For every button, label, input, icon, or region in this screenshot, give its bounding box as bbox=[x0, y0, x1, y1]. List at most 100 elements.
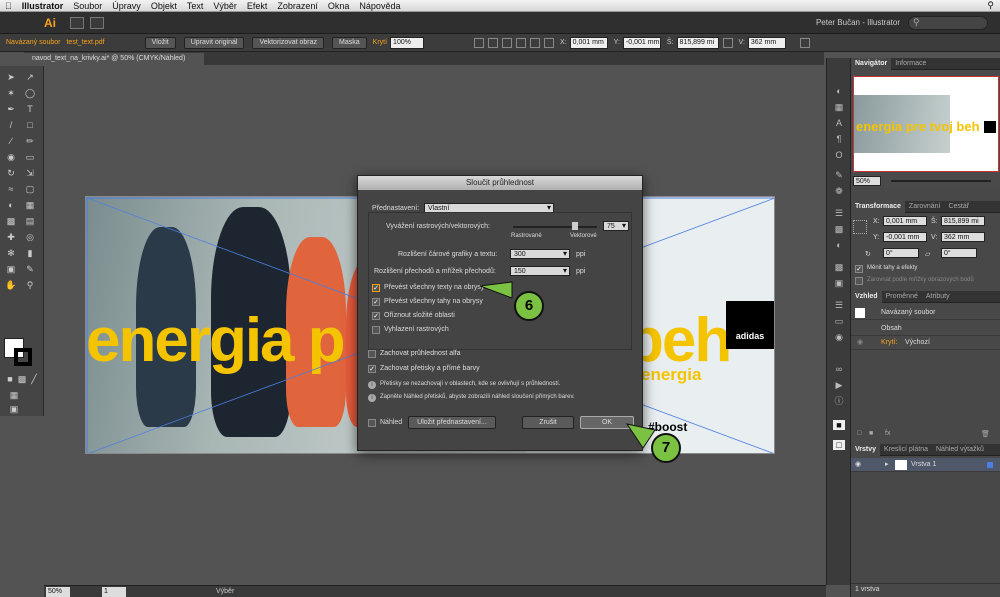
appearance-opacity-label[interactable]: Krytí: bbox=[881, 336, 897, 350]
menu-help[interactable]: Nápověda bbox=[354, 1, 405, 11]
y-field[interactable]: -0,001 mm bbox=[622, 36, 661, 49]
artboard-tool-icon[interactable]: ▣ bbox=[5, 264, 17, 274]
clip-complex-checkbox[interactable]: ✓ bbox=[372, 312, 380, 320]
document-info-icon[interactable]: ⓘ bbox=[833, 396, 845, 406]
mask-button[interactable]: Maska bbox=[332, 36, 367, 49]
transform-x-field[interactable]: 0,001 mm bbox=[883, 216, 927, 226]
symbols-panel-icon[interactable]: ❁ bbox=[833, 186, 845, 196]
scale-tool-icon[interactable]: ⇲ bbox=[24, 168, 36, 178]
navigator-zoom-field[interactable]: 50% bbox=[853, 176, 881, 186]
navigator-zoom-slider[interactable] bbox=[891, 180, 991, 182]
convert-strokes-label[interactable]: Převést všechny tahy na obrysy bbox=[384, 298, 483, 305]
document-tab[interactable]: navod_text_na_krivky.ai* @ 50% (CMYK/Náh… bbox=[24, 53, 204, 65]
current-tool-label[interactable]: Výběr bbox=[216, 587, 234, 597]
preserve-alpha-checkbox[interactable] bbox=[368, 350, 376, 358]
layer-visibility-icon[interactable]: ◉ bbox=[855, 458, 861, 472]
align-right-icon[interactable] bbox=[502, 37, 513, 48]
shear-field[interactable]: 0° bbox=[941, 248, 977, 258]
workspace-user[interactable]: Peter Bučan - Illustrator bbox=[816, 18, 900, 27]
delete-item-icon[interactable]: 🗑 bbox=[981, 430, 990, 438]
transform-icon[interactable] bbox=[799, 37, 810, 48]
layer-row[interactable]: ◉ ▸ Vrstva 1 bbox=[851, 458, 1000, 472]
x-field[interactable]: 0,001 mm bbox=[569, 36, 608, 49]
align-pixel-label[interactable]: Zarovnat podle mřížky obrazových bodů bbox=[867, 277, 974, 283]
rotate-tool-icon[interactable]: ↻ bbox=[5, 168, 17, 178]
pen-tool-icon[interactable]: ✒ bbox=[5, 104, 17, 114]
menu-select[interactable]: Výběr bbox=[208, 1, 242, 11]
transform-h-field[interactable]: 362 mm bbox=[941, 232, 985, 242]
hand-tool-icon[interactable]: ✋ bbox=[5, 280, 17, 290]
add-stroke-icon[interactable]: □ bbox=[857, 430, 861, 437]
preserve-overprint-checkbox[interactable]: ✓ bbox=[368, 365, 376, 373]
rotate-field[interactable]: 0° bbox=[883, 248, 919, 258]
spotlight-icon[interactable]: ⚲ bbox=[987, 0, 994, 11]
eyedropper-icon[interactable]: ✚ bbox=[5, 232, 17, 242]
appearance-object-row[interactable]: Navázaný soubor bbox=[851, 306, 1000, 320]
scale-strokes-label[interactable]: Měnit tahy a efekty bbox=[867, 265, 917, 271]
tab-appearance[interactable]: Vzhled bbox=[851, 290, 882, 303]
paintbrush-icon[interactable]: ∕ bbox=[5, 136, 17, 146]
magic-wand-icon[interactable]: ✶ bbox=[5, 88, 17, 98]
transparency-panel-icon[interactable]: ◐ bbox=[833, 240, 845, 250]
preserve-alpha-label[interactable]: Zachovat průhlednost alfa bbox=[380, 350, 461, 357]
blob-brush-icon[interactable]: ◉ bbox=[5, 152, 17, 162]
gradient-tool-icon[interactable]: ▤ bbox=[24, 216, 36, 226]
separations-preview-icon[interactable]: □ bbox=[833, 440, 845, 450]
menu-edit[interactable]: Úpravy bbox=[107, 1, 146, 11]
convert-text-label[interactable]: Převést všechny texty na obrysy bbox=[384, 284, 484, 291]
graphic-styles-panel-icon[interactable]: ▣ bbox=[833, 278, 845, 288]
gradient-mode-icon[interactable]: ▩ bbox=[16, 374, 28, 384]
tab-transform[interactable]: Transformace bbox=[851, 200, 905, 213]
menu-file[interactable]: Soubor bbox=[68, 1, 107, 11]
balance-field[interactable]: 75 bbox=[603, 221, 629, 231]
paragraph-panel-icon[interactable]: ¶ bbox=[833, 134, 845, 144]
add-fill-icon[interactable]: ■ bbox=[869, 430, 873, 437]
tab-pathfinder[interactable]: Cestář bbox=[944, 203, 973, 210]
direct-selection-tool-icon[interactable]: ↗ bbox=[24, 72, 36, 82]
tab-artboards[interactable]: Kreslicí plátna bbox=[880, 446, 932, 453]
gradient-panel-icon[interactable]: ▩ bbox=[833, 224, 845, 234]
swatches-panel-icon[interactable]: ▦ bbox=[833, 102, 845, 112]
convert-strokes-checkbox[interactable]: ✓ bbox=[372, 298, 380, 306]
transform-w-field[interactable]: 815,899 mi bbox=[941, 216, 985, 226]
image-trace-button[interactable]: Vektorizovat obraz bbox=[252, 36, 325, 49]
tab-layers[interactable]: Vrstvy bbox=[851, 443, 881, 456]
lasso-icon[interactable]: ◯ bbox=[24, 88, 36, 98]
shape-builder-icon[interactable]: ◐ bbox=[5, 200, 17, 210]
pencil-icon[interactable]: ✏ bbox=[24, 136, 36, 146]
appearance-opacity-row[interactable]: ◉ Krytí: Výchozí bbox=[851, 336, 1000, 350]
page-field[interactable]: 1 bbox=[102, 587, 126, 597]
antialias-label[interactable]: Vyhlazení rastrových bbox=[384, 326, 449, 333]
balance-slider-track[interactable] bbox=[513, 226, 597, 228]
appearance-panel-icon[interactable]: ▩ bbox=[833, 262, 845, 272]
clip-complex-label[interactable]: Oříznout složité oblasti bbox=[384, 312, 455, 319]
actions-panel-icon[interactable]: ▶ bbox=[833, 380, 845, 390]
slice-tool-icon[interactable]: ✎ bbox=[24, 264, 36, 274]
perspective-grid-icon[interactable]: ▦ bbox=[24, 200, 36, 210]
zoom-field[interactable]: 50% bbox=[46, 587, 70, 597]
tab-attributes[interactable]: Atributy bbox=[922, 293, 954, 300]
constrain-proportions-icon[interactable] bbox=[722, 37, 733, 48]
align-top-icon[interactable] bbox=[516, 37, 527, 48]
scale-strokes-checkbox[interactable]: ✓ bbox=[855, 265, 863, 273]
character-panel-icon[interactable]: A bbox=[833, 118, 845, 128]
eraser-icon[interactable]: ▭ bbox=[24, 152, 36, 162]
opacity-field[interactable]: 100% bbox=[390, 36, 425, 49]
edit-original-button[interactable]: Upravit originál bbox=[183, 36, 245, 49]
apple-icon[interactable]:  bbox=[0, 1, 17, 11]
align-bottom-icon[interactable] bbox=[544, 37, 555, 48]
tab-align[interactable]: Zarovnání bbox=[905, 203, 945, 210]
tab-variables[interactable]: Proměnné bbox=[882, 293, 922, 300]
linked-file-name[interactable]: test_text.pdf bbox=[66, 39, 104, 46]
line-tool-icon[interactable]: / bbox=[5, 120, 17, 130]
width-field[interactable]: 815,899 mi bbox=[676, 36, 719, 49]
cancel-button[interactable]: Zrušit bbox=[522, 416, 574, 429]
visibility-eye-icon[interactable]: ◉ bbox=[857, 336, 863, 350]
type-tool-icon[interactable]: T bbox=[24, 104, 36, 114]
help-search-input[interactable]: ⚲ bbox=[908, 15, 988, 30]
zoom-tool-icon[interactable]: ⚲ bbox=[24, 280, 36, 290]
gradient-resolution-field[interactable]: 150 bbox=[510, 266, 570, 276]
tab-info[interactable]: Informace bbox=[891, 60, 930, 67]
layer-name[interactable]: Vrstva 1 bbox=[911, 458, 936, 472]
rectangle-tool-icon[interactable]: □ bbox=[24, 120, 36, 130]
